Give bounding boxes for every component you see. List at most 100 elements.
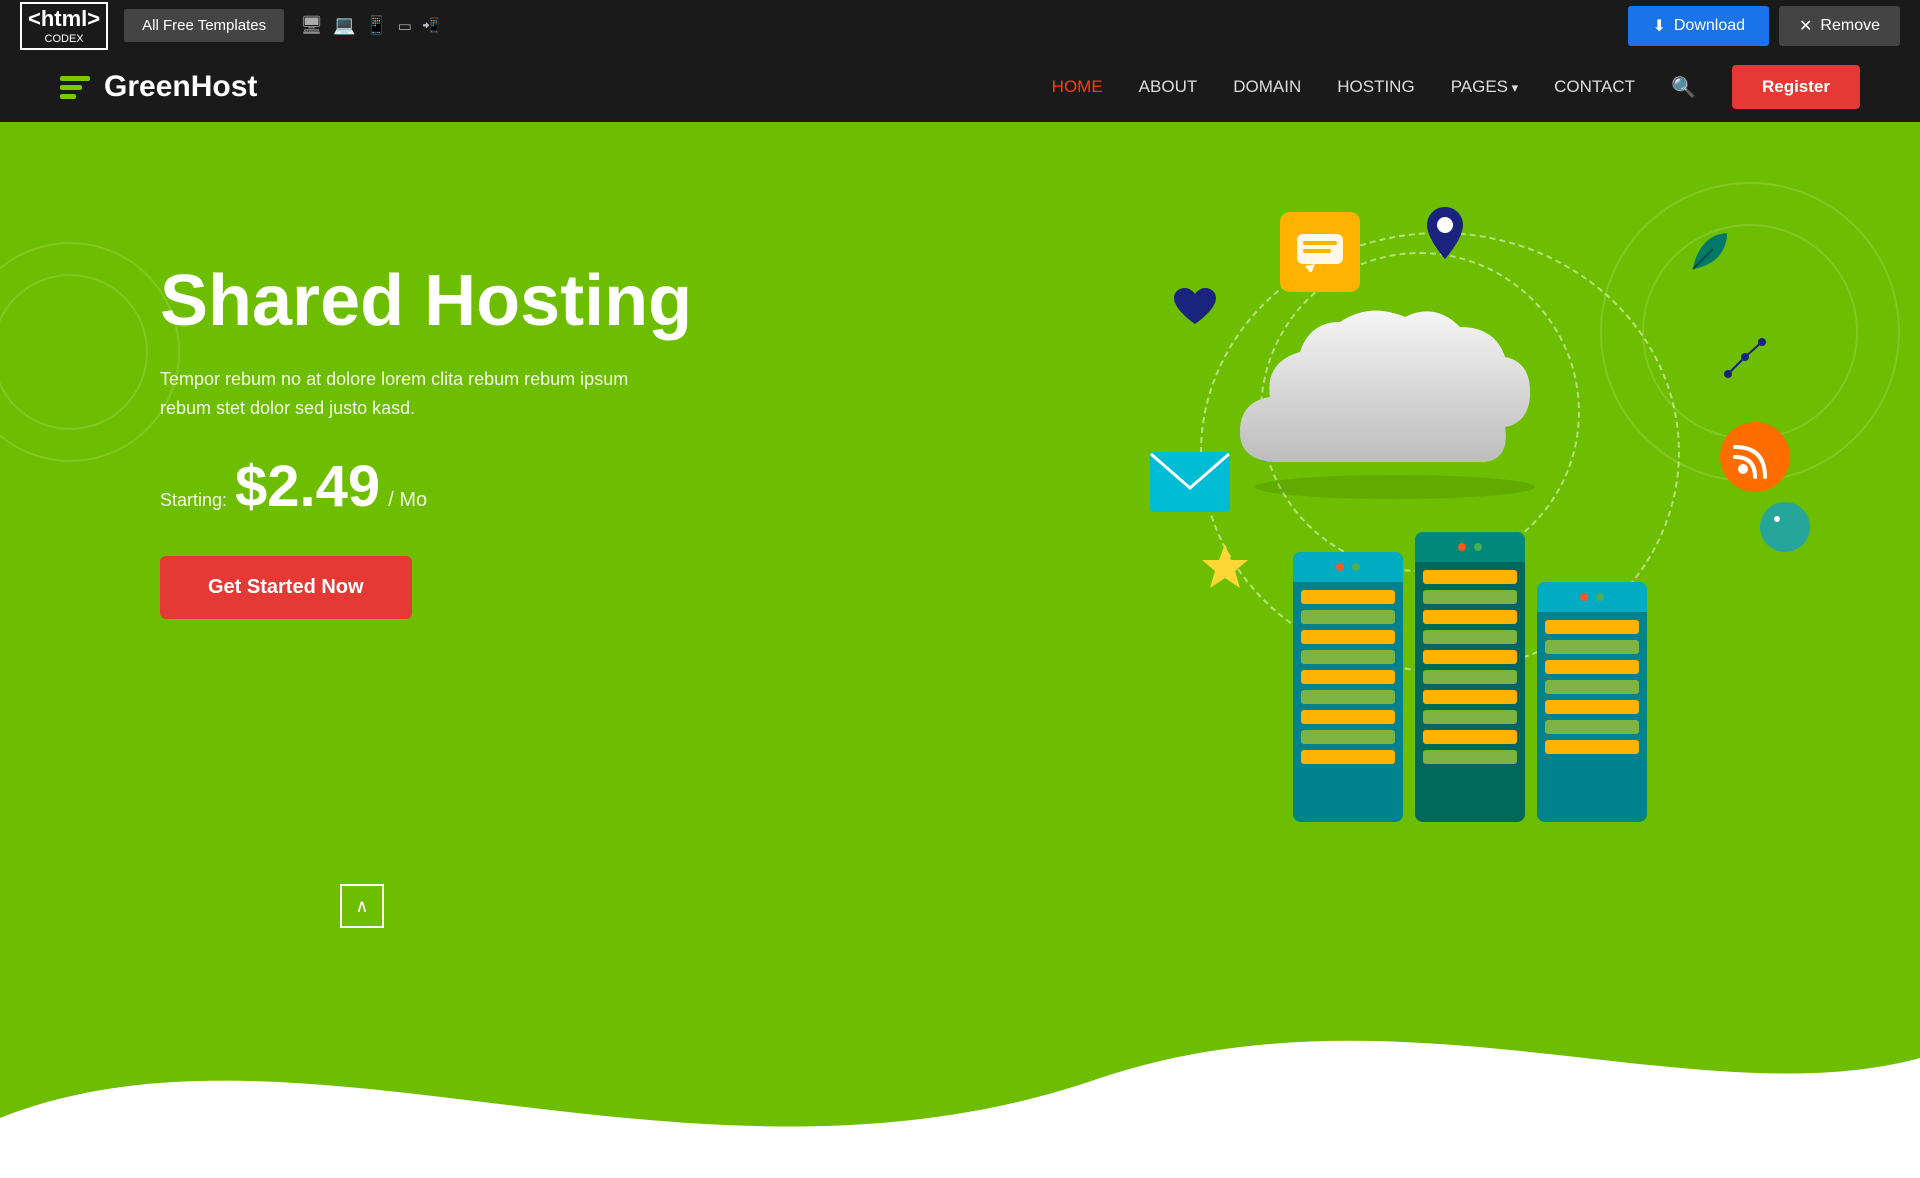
nav-hosting[interactable]: HOSTING bbox=[1337, 77, 1414, 97]
tablet-icon[interactable]: 📱 bbox=[365, 15, 387, 36]
tag-icon bbox=[1760, 502, 1810, 552]
server-row bbox=[1301, 650, 1395, 664]
download-arrow-icon: ⬇ bbox=[1652, 16, 1665, 36]
scroll-up-button[interactable]: ∧ bbox=[340, 884, 384, 928]
server-row bbox=[1301, 750, 1395, 764]
price-per: / Mo bbox=[388, 489, 427, 512]
deco-circle-left-outer bbox=[0, 242, 180, 462]
logo-icon-bar-2 bbox=[60, 85, 82, 90]
server-right bbox=[1537, 582, 1647, 822]
cloud-graphic bbox=[1220, 282, 1540, 507]
server-row bbox=[1301, 670, 1395, 684]
graph-icon bbox=[1720, 332, 1770, 382]
nav-about[interactable]: ABOUT bbox=[1139, 77, 1198, 97]
all-free-templates-button[interactable]: All Free Templates bbox=[124, 9, 284, 42]
server-middle bbox=[1415, 532, 1525, 822]
hero-section: Shared Hosting Tempor rebum no at dolore… bbox=[0, 122, 1920, 1178]
heart-icon bbox=[1170, 282, 1220, 332]
nav-domain[interactable]: DOMAIN bbox=[1233, 77, 1301, 97]
desktop-icon[interactable]: 🖥 bbox=[300, 15, 323, 36]
email-icon bbox=[1150, 452, 1230, 512]
server-row bbox=[1301, 590, 1395, 604]
server-row bbox=[1423, 750, 1517, 764]
hero-title: Shared Hosting bbox=[160, 262, 692, 341]
hero-price: Starting: $2.49 / Mo bbox=[160, 453, 692, 520]
server-row bbox=[1301, 610, 1395, 624]
server-dot-6 bbox=[1596, 593, 1604, 601]
server-row bbox=[1301, 710, 1395, 724]
phone-icon[interactable]: 📲 bbox=[422, 17, 439, 34]
server-dot-1 bbox=[1336, 563, 1344, 571]
remove-button[interactable]: ✕ Remove bbox=[1779, 6, 1900, 46]
site-nav: HOME ABOUT DOMAIN HOSTING PAGES CONTACT … bbox=[1052, 65, 1860, 109]
star-icon bbox=[1200, 542, 1250, 592]
server-row bbox=[1423, 630, 1517, 644]
close-icon: ✕ bbox=[1799, 16, 1812, 36]
device-icons-group: 🖥 💻 📱 ▭ 📲 bbox=[300, 15, 439, 36]
download-button[interactable]: ⬇ Download bbox=[1628, 6, 1769, 46]
tablet-small-icon[interactable]: ▭ bbox=[398, 17, 412, 35]
server-row bbox=[1423, 710, 1517, 724]
server-rows-middle bbox=[1415, 562, 1525, 772]
server-dot-3 bbox=[1458, 543, 1466, 551]
site-navbar: GreenHost HOME ABOUT DOMAIN HOSTING PAGE… bbox=[0, 52, 1920, 122]
server-rows-left bbox=[1293, 582, 1403, 772]
server-dot-4 bbox=[1474, 543, 1482, 551]
server-left bbox=[1293, 552, 1403, 822]
chat-bubble-icon bbox=[1280, 212, 1360, 292]
server-row bbox=[1545, 640, 1639, 654]
hero-wave bbox=[0, 918, 1920, 1178]
hero-content: Shared Hosting Tempor rebum no at dolore… bbox=[160, 262, 692, 619]
server-row bbox=[1301, 730, 1395, 744]
server-top-right bbox=[1537, 582, 1647, 612]
server-top-left bbox=[1293, 552, 1403, 582]
server-towers bbox=[1293, 532, 1647, 822]
logo-icon-bar-1 bbox=[60, 76, 90, 81]
leaf-icon bbox=[1680, 222, 1740, 282]
logo-icon-bar-3 bbox=[60, 94, 76, 99]
server-row bbox=[1545, 620, 1639, 634]
server-row bbox=[1423, 570, 1517, 584]
get-started-button[interactable]: Get Started Now bbox=[160, 556, 412, 619]
cloud-wrap bbox=[1120, 202, 1820, 902]
register-button[interactable]: Register bbox=[1732, 65, 1860, 109]
site-logo-text: GreenHost bbox=[104, 70, 257, 104]
logo-icon bbox=[60, 76, 90, 99]
chevron-up-icon: ∧ bbox=[355, 896, 368, 917]
nav-home[interactable]: HOME bbox=[1052, 77, 1103, 97]
rss-icon bbox=[1720, 422, 1790, 492]
remove-label: Remove bbox=[1820, 17, 1880, 35]
server-row bbox=[1545, 700, 1639, 714]
server-row bbox=[1423, 590, 1517, 604]
server-row bbox=[1423, 730, 1517, 744]
htmlcodex-logo: <html>CODEX bbox=[20, 2, 108, 50]
server-row bbox=[1301, 630, 1395, 644]
server-rows-right bbox=[1537, 612, 1647, 762]
server-dot-5 bbox=[1580, 593, 1588, 601]
toolbar-right: ⬇ Download ✕ Remove bbox=[1628, 6, 1900, 46]
nav-pages[interactable]: PAGES bbox=[1451, 77, 1518, 97]
server-row bbox=[1545, 660, 1639, 674]
server-row bbox=[1423, 690, 1517, 704]
hero-description: Tempor rebum no at dolore lorem clita re… bbox=[160, 365, 660, 423]
server-row bbox=[1545, 680, 1639, 694]
server-row bbox=[1545, 740, 1639, 754]
server-row bbox=[1423, 670, 1517, 684]
server-top-middle bbox=[1415, 532, 1525, 562]
price-label: Starting: bbox=[160, 490, 227, 511]
search-button[interactable]: 🔍 bbox=[1671, 75, 1696, 100]
hero-illustration bbox=[1120, 202, 1820, 902]
toolbar-left: <html>CODEX All Free Templates 🖥 💻 📱 ▭ 📲 bbox=[20, 2, 439, 50]
toolbar: <html>CODEX All Free Templates 🖥 💻 📱 ▭ 📲… bbox=[0, 0, 1920, 52]
server-row bbox=[1423, 650, 1517, 664]
nav-contact[interactable]: CONTACT bbox=[1554, 77, 1635, 97]
download-label: Download bbox=[1674, 17, 1745, 35]
site-logo: GreenHost bbox=[60, 70, 257, 104]
server-row bbox=[1301, 690, 1395, 704]
laptop-icon[interactable]: 💻 bbox=[333, 15, 355, 36]
logo-sub-text: CODEX bbox=[28, 33, 100, 46]
server-dot-2 bbox=[1352, 563, 1360, 571]
price-amount: $2.49 bbox=[235, 453, 380, 520]
server-row bbox=[1423, 610, 1517, 624]
location-pin-icon bbox=[1420, 202, 1470, 262]
